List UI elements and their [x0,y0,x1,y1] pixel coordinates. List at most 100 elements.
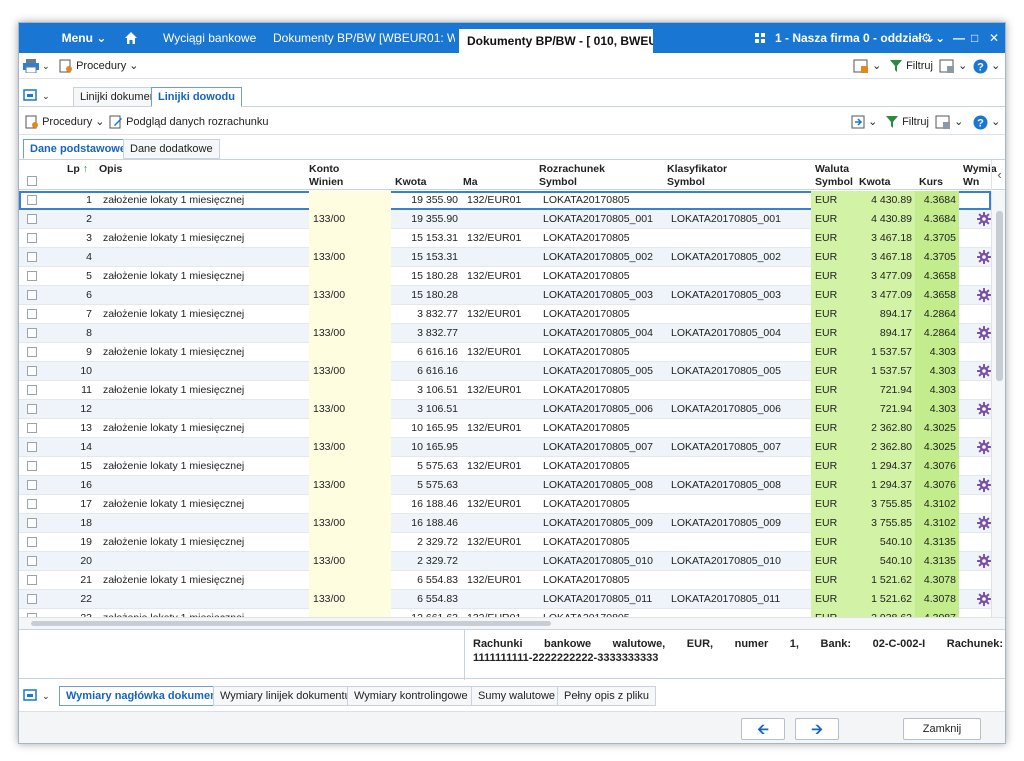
row-checkbox[interactable] [27,423,37,433]
layout-icon[interactable]: ⌄ [939,55,967,77]
vertical-scrollbar[interactable] [991,191,1005,617]
table-row[interactable]: 4 133/00 15 153.31 LOKATA20170805_002 LOKATA… [19,248,991,267]
row-checkbox[interactable] [27,366,37,376]
table-row[interactable]: 6 133/00 15 180.28 LOKATA20170805_003 LOKATA… [19,286,991,305]
view-selector-icon[interactable]: ⌄ [23,85,50,107]
tab-dane-podstawowe[interactable]: Dane podstawowe [23,139,133,159]
bottom-view-selector-icon[interactable]: ⌄ [23,685,50,707]
dimensions-gear-icon[interactable] [977,478,991,492]
next-button[interactable]: 🡪 [795,718,839,740]
dimensions-gear-icon[interactable] [977,554,991,568]
header-opis[interactable]: Opis [99,163,122,175]
header-kwota[interactable]: Kwota [395,176,427,188]
lines-filter-button[interactable]: Filtruj [885,111,929,133]
table-row[interactable]: 5 założenie lokaty 1 miesięcznej 15 180.28… [19,267,991,286]
lines-procedury-menu[interactable]: Procedury ⌄ [25,111,104,133]
previous-button[interactable]: 🡨 [741,718,785,740]
header-kurs[interactable]: Kurs [919,176,943,188]
row-checkbox[interactable] [27,556,37,566]
dimensions-gear-icon[interactable] [977,288,991,302]
header-ma[interactable]: Ma [463,176,478,188]
lines-export-icon[interactable]: ⌄ [851,111,877,133]
row-checkbox[interactable] [27,252,37,262]
tab-dokumenty-2[interactable]: Dokumenty BP/BW - [ 010, BWEUR [459,29,653,53]
header-klasyfikator-symbol[interactable]: Symbol [667,176,705,188]
table-row[interactable]: 9 założenie lokaty 1 miesięcznej 6 616.16 1… [19,343,991,362]
dimensions-gear-icon[interactable] [977,592,991,606]
help-icon[interactable]: ? ⌄ [973,55,1000,77]
header-klasyfikator[interactable]: Klasyfikator [667,163,727,175]
collapse-panel-icon[interactable]: ‹ [991,160,1005,190]
tab-wymiary-linijek[interactable]: Wymiary linijek dokumentu [213,686,358,706]
horizontal-scrollbar-thumb[interactable] [31,621,551,626]
table-row[interactable]: 19 założenie lokaty 1 miesięcznej 2 329.72… [19,533,991,552]
table-row[interactable]: 12 133/00 3 106.51 LOKATA20170805_006 LOKATA… [19,400,991,419]
minimize-icon[interactable]: — [953,23,965,53]
tab-dokumenty-1[interactable]: Dokumenty BP/BW [WBEUR01: Wyc [265,23,455,53]
row-checkbox[interactable] [27,480,37,490]
dimensions-gear-icon[interactable] [977,250,991,264]
row-checkbox[interactable] [27,385,37,395]
lines-layout-icon[interactable]: ⌄ [935,111,963,133]
grid-apps-icon[interactable] [755,33,765,43]
table-row[interactable]: 21 założenie lokaty 1 miesięcznej 6 554.83… [19,571,991,590]
header-lp[interactable]: Lp ↑ [67,163,88,175]
row-checkbox[interactable] [27,499,37,509]
row-checkbox[interactable] [27,328,37,338]
table-row[interactable]: 14 133/00 10 165.95 LOKATA20170805_007 LOKAT… [19,438,991,457]
table-row[interactable]: 22 133/00 6 554.83 LOKATA20170805_011 LOKATA… [19,590,991,609]
close-button[interactable]: Zamknij [903,718,981,740]
table-row[interactable]: 20 133/00 2 329.72 LOKATA20170805_010 LOKATA… [19,552,991,571]
tab-wymiary-kontrolingowe[interactable]: Wymiary kontrolingowe [347,686,475,706]
company-selector[interactable]: 1 - Nasza firma 0 - oddział ⌄ [775,23,935,53]
table-row[interactable]: 7 założenie lokaty 1 miesięcznej 3 832.77 1… [19,305,991,324]
print-icon[interactable]: ⌄ [23,55,50,77]
table-row[interactable]: 10 133/00 6 616.16 LOKATA20170805_005 LOKATA… [19,362,991,381]
select-all-checkbox[interactable] [27,176,37,186]
row-checkbox[interactable] [27,461,37,471]
header-konto[interactable]: Konto [309,163,339,175]
dimensions-gear-icon[interactable] [977,440,991,454]
refresh-icon[interactable]: ⌄ [853,55,881,77]
header-waluta[interactable]: Waluta [815,163,849,175]
dimensions-gear-icon[interactable] [977,516,991,530]
table-row[interactable]: 1 założenie lokaty 1 miesięcznej 19 355.90… [19,191,991,210]
podglad-rozrachunku-button[interactable]: Podgląd danych rozrachunku [109,111,269,133]
row-checkbox[interactable] [27,271,37,281]
header-waluta-kwota[interactable]: Kwota [859,176,891,188]
menu-button[interactable]: Menu ⌄ [49,23,119,53]
row-checkbox[interactable] [27,404,37,414]
row-checkbox[interactable] [27,290,37,300]
row-checkbox[interactable] [27,195,37,205]
dimensions-gear-icon[interactable] [977,326,991,340]
lines-help-icon[interactable]: ? ⌄ [973,111,1000,133]
row-checkbox[interactable] [27,442,37,452]
header-wn[interactable]: Wn [963,176,979,188]
table-row[interactable]: 17 założenie lokaty 1 miesięcznej 16 188.4… [19,495,991,514]
row-checkbox[interactable] [27,233,37,243]
tab-pelny-opis[interactable]: Pełny opis z pliku [557,686,656,706]
tab-sumy-walutowe[interactable]: Sumy walutowe [471,686,563,706]
row-checkbox[interactable] [27,594,37,604]
row-checkbox[interactable] [27,575,37,585]
row-checkbox[interactable] [27,214,37,224]
tab-wymiary-naglowka[interactable]: Wymiary nagłówka dokumentu [59,686,235,706]
dimensions-gear-icon[interactable] [977,364,991,378]
table-row[interactable]: 2 133/00 19 355.90 LOKATA20170805_001 LOKATA… [19,210,991,229]
settings-gear-icon[interactable]: ⚙ ⌄ [921,23,945,53]
table-row[interactable]: 16 133/00 5 575.63 LOKATA20170805_008 LOKATA… [19,476,991,495]
table-row[interactable]: 15 założenie lokaty 1 miesięcznej 5 575.63… [19,457,991,476]
maximize-icon[interactable]: □ [971,23,978,53]
row-checkbox[interactable] [27,518,37,528]
table-row[interactable]: 13 założenie lokaty 1 miesięcznej 10 165.9… [19,419,991,438]
row-checkbox[interactable] [27,309,37,319]
vertical-scrollbar-thumb[interactable] [996,211,1003,381]
tab-dane-dodatkowe[interactable]: Dane dodatkowe [123,139,220,159]
table-row[interactable]: 8 133/00 3 832.77 LOKATA20170805_004 LOKATA2… [19,324,991,343]
dimensions-gear-icon[interactable] [977,212,991,226]
filter-button[interactable]: Filtruj [889,55,933,77]
procedury-menu[interactable]: Procedury ⌄ [59,55,138,77]
header-rozrachunek-symbol[interactable]: Symbol [539,176,577,188]
row-checkbox[interactable] [27,347,37,357]
header-winien[interactable]: Winien [309,176,343,188]
